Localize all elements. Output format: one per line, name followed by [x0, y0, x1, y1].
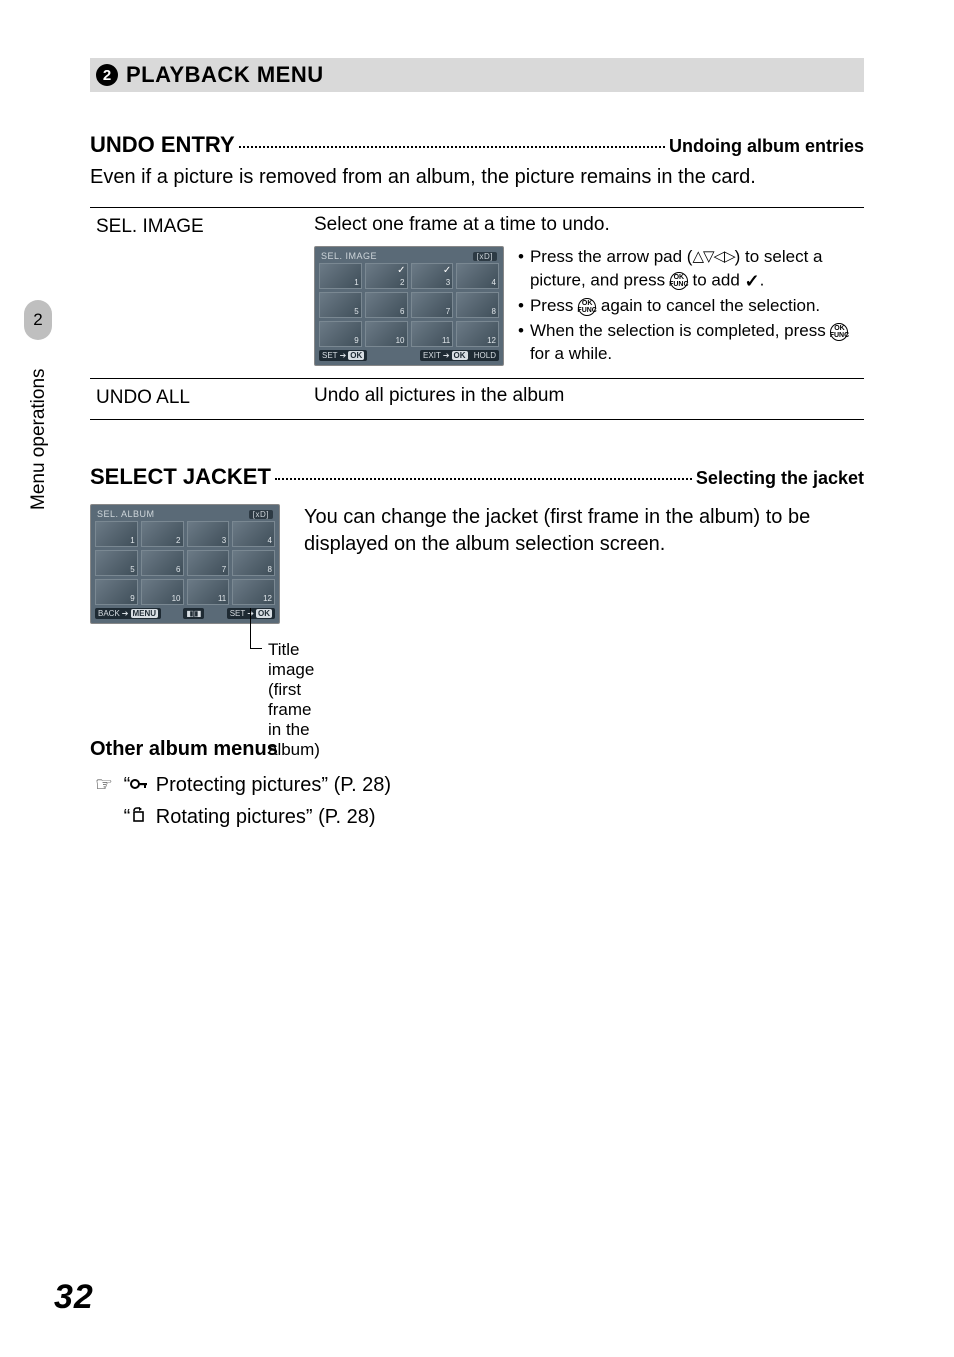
sel-album-preview-back: BACK➔MENU	[95, 608, 161, 619]
thumbnail-cell: 6	[365, 292, 408, 318]
undo-entry-intro: Even if a picture is removed from an alb…	[90, 164, 864, 191]
undo-entry-heading-right: Undoing album entries	[669, 136, 864, 157]
pointing-hand-icon: ☞	[90, 769, 118, 801]
thumbnail-cell: 2✓	[365, 263, 408, 289]
checkmark-icon: ✓	[443, 265, 451, 276]
checkmark-icon: ✓	[745, 269, 760, 293]
undo-option-undo-all-desc: Undo all pictures in the album	[310, 385, 864, 409]
title-image-callout: Title image (first frame in the album)	[90, 638, 280, 668]
thumbnail-cell: 1	[319, 263, 362, 289]
chapter-label-wrap: Menu operations	[28, 320, 58, 520]
ref-protecting-pictures: ☞ “ Protecting pictures” (P. 28)	[90, 769, 864, 801]
thumbnail-cell: 4	[232, 521, 275, 547]
sel-image-instructions: • Press the arrow pad (△▽◁▷) to select a…	[518, 246, 864, 368]
undo-option-sel-image-desc: Select one frame at a time to undo. SEL.…	[310, 214, 864, 368]
select-jacket-heading-left: SELECT JACKET	[90, 464, 271, 490]
chapter-label: Menu operations	[28, 368, 50, 510]
undo-option-sel-image-desc-main: Select one frame at a time to undo.	[314, 214, 864, 236]
sel-album-preview-mid-icon: ◧◨	[183, 608, 204, 619]
protect-key-icon	[130, 777, 150, 791]
thumbnail-cell: 3✓	[411, 263, 454, 289]
spacer	[90, 801, 118, 833]
thumbnail-cell: 7	[187, 550, 230, 576]
sel-album-preview-tag: [xD]	[249, 510, 273, 519]
select-jacket-heading: SELECT JACKET Selecting the jacket	[90, 464, 864, 490]
rotate-icon	[130, 807, 150, 823]
other-album-menus-heading: Other album menus	[90, 738, 864, 761]
thumbnail-cell: 4	[456, 263, 499, 289]
sel-image-preview-exit: EXIT➔OK HOLD	[420, 350, 499, 361]
thumbnail-cell: 3	[187, 521, 230, 547]
thumbnail-cell: 1	[95, 521, 138, 547]
thumbnail-cell: 12	[456, 321, 499, 347]
select-jacket-body: You can change the jacket (first frame i…	[304, 504, 864, 558]
thumbnail-cell: 11	[187, 579, 230, 605]
undo-option-sel-image-label: SEL. IMAGE	[90, 214, 310, 368]
ok-func-button-icon: OKFUNC	[670, 272, 688, 290]
thumbnail-cell: 10	[365, 321, 408, 347]
undo-entry-heading: UNDO ENTRY Undoing album entries	[90, 132, 864, 158]
sel-image-preview-tag: [xD]	[473, 252, 497, 261]
arrow-pad-icon: △▽◁▷	[692, 247, 734, 267]
page-number: 32	[54, 1278, 94, 1317]
thumbnail-cell: 8	[456, 292, 499, 318]
thumbnail-cell: 9	[319, 321, 362, 347]
sel-image-preview: SEL. IMAGE [xD] 12✓3✓4 5678 9101112 SET➔OK…	[314, 246, 504, 366]
title-image-caption: Title image (first frame in the album)	[268, 640, 320, 760]
thumbnail-cell: 6	[141, 550, 184, 576]
section-number-badge: 2	[96, 64, 118, 86]
ok-func-button-icon: OKFUNC	[578, 298, 596, 316]
sel-album-preview: SEL. ALBUM [xD] 123456789101112 BACK➔MEN…	[90, 504, 280, 624]
thumbnail-cell: 2	[141, 521, 184, 547]
thumbnail-cell: 11	[411, 321, 454, 347]
thumbnail-cell: 5	[95, 550, 138, 576]
checkmark-icon: ✓	[397, 265, 405, 276]
other-album-menus-list: ☞ “ Protecting pictures” (P. 28) “ Rotat…	[90, 769, 864, 833]
thumbnail-cell: 8	[232, 550, 275, 576]
arrow-right-icon: ➔	[340, 351, 347, 360]
thumbnail-cell: 10	[141, 579, 184, 605]
leader-dots	[275, 478, 692, 480]
arrow-right-icon: ➔	[122, 609, 129, 618]
undo-option-undo-all-label: UNDO ALL	[90, 385, 310, 409]
undo-option-undo-all: UNDO ALL Undo all pictures in the album	[90, 379, 864, 420]
leader-dots	[239, 146, 665, 148]
undo-entry-heading-left: UNDO ENTRY	[90, 132, 235, 158]
thumbnail-cell: 7	[411, 292, 454, 318]
arrow-right-icon: ➔	[443, 351, 450, 360]
section-title: PLAYBACK MENU	[126, 62, 324, 88]
thumbnail-cell: 12	[232, 579, 275, 605]
thumbnail-cell: 9	[95, 579, 138, 605]
undo-option-sel-image: SEL. IMAGE Select one frame at a time to…	[90, 208, 864, 379]
select-jacket-heading-right: Selecting the jacket	[696, 468, 864, 489]
undo-options-table: SEL. IMAGE Select one frame at a time to…	[90, 207, 864, 420]
ref-rotating-pictures: “ Rotating pictures” (P. 28)	[90, 801, 864, 833]
sel-image-preview-set: SET➔OK	[319, 350, 367, 361]
sel-album-preview-title: SEL. ALBUM	[97, 509, 155, 519]
ok-func-button-icon: OKFUNC	[830, 323, 848, 341]
thumbnail-cell: 5	[319, 292, 362, 318]
sel-image-preview-title: SEL. IMAGE	[321, 251, 377, 261]
section-header-bar: 2 PLAYBACK MENU	[90, 58, 864, 92]
